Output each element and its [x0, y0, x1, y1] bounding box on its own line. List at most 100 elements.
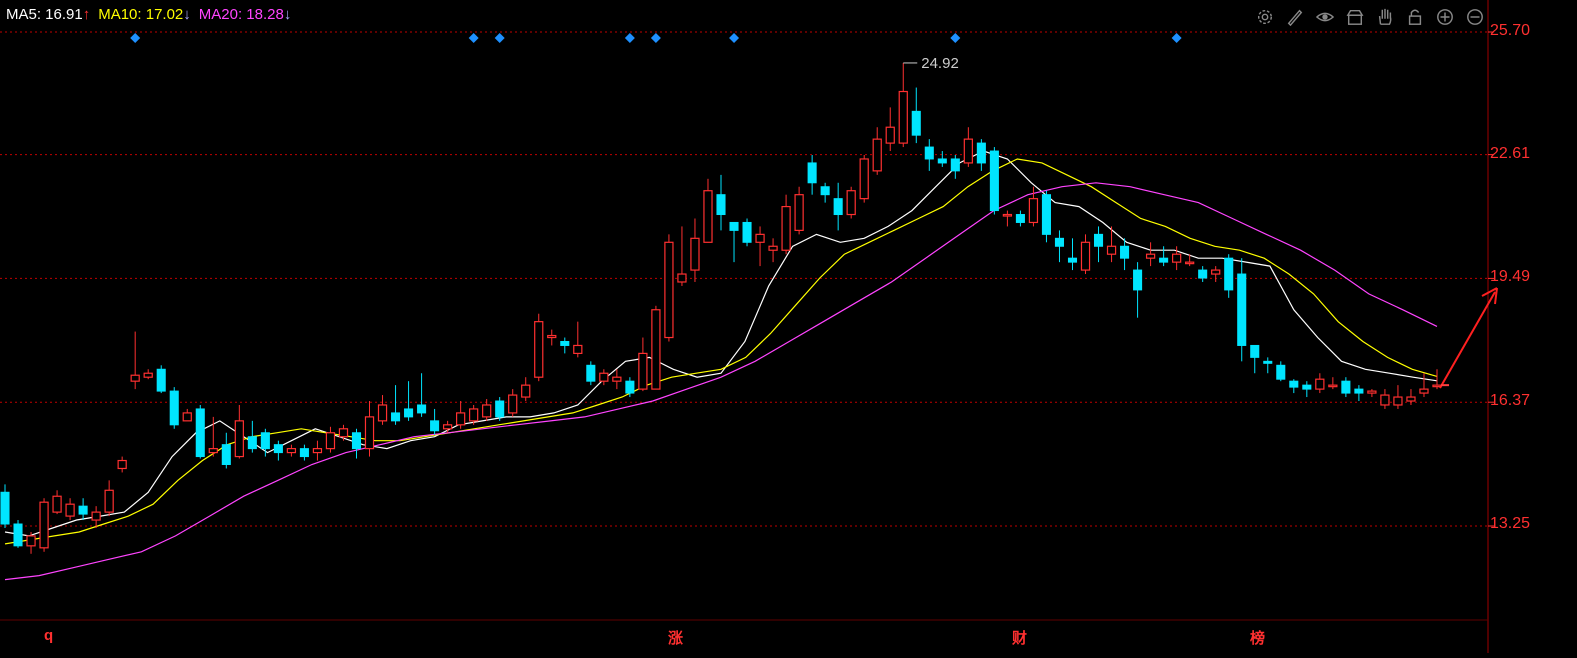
- event-marker: [1171, 33, 1182, 43]
- candle-body-up: [143, 372, 153, 378]
- candle-body-up: [482, 404, 492, 418]
- candle-body-up: [338, 428, 349, 438]
- ma-legend: MA5: 16.91↑ MA10: 17.02↓ MA20: 18.28↓: [6, 6, 291, 23]
- ma5-legend: MA5: 16.91↑: [6, 6, 91, 23]
- y-tick-label: 25.70: [1490, 22, 1531, 39]
- candle-body-up: [456, 412, 466, 426]
- ma20-legend: MA20: 18.28↓: [198, 6, 292, 23]
- candle-body-down: [273, 444, 283, 454]
- candle-body-up: [1328, 384, 1338, 388]
- candle-body-up: [1106, 245, 1117, 255]
- candle-body-down: [391, 412, 401, 422]
- candle-body-up: [182, 412, 192, 422]
- candle-body-down: [976, 142, 986, 164]
- event-label-bang[interactable]: 榜: [1250, 627, 1265, 648]
- candle-body-up: [208, 448, 218, 454]
- draw-button[interactable]: [1282, 6, 1308, 28]
- candle-body-down: [78, 505, 88, 515]
- candle-body-down: [156, 368, 166, 392]
- zoom-in-button[interactable]: [1432, 6, 1458, 28]
- event-marker: [729, 33, 740, 43]
- candle-body-up: [286, 448, 297, 454]
- candle-body-down: [1041, 194, 1051, 235]
- event-marker: [650, 33, 661, 43]
- candle-body-down: [1054, 237, 1065, 247]
- view-button[interactable]: [1312, 6, 1338, 28]
- store-icon: [1346, 9, 1364, 25]
- event-marker: [624, 33, 635, 43]
- candle-body-down: [833, 198, 843, 216]
- candle-body-up: [599, 372, 609, 382]
- candle-body-down: [417, 404, 427, 414]
- candle-body-down: [1093, 233, 1104, 247]
- candle-body-up: [1145, 253, 1156, 259]
- candle-body-up: [573, 344, 583, 354]
- candle-body-up: [1367, 390, 1377, 394]
- store-button[interactable]: [1342, 6, 1368, 28]
- candle-body-up: [130, 374, 140, 382]
- candle-body-up: [52, 495, 62, 513]
- candle-body-down: [1276, 364, 1286, 380]
- candle-body-down: [247, 436, 257, 450]
- candle-body-up: [768, 245, 778, 251]
- candle-body-up: [664, 241, 674, 339]
- candle-body-down: [1354, 388, 1364, 394]
- candle-body-down: [911, 110, 921, 136]
- candle-body-up: [521, 384, 531, 398]
- event-label-zhang[interactable]: 涨: [668, 627, 683, 648]
- candle-body-up: [39, 501, 49, 549]
- y-tick-label: 19.49: [1490, 268, 1531, 285]
- candle-body-up: [846, 190, 856, 216]
- candle-body-up: [1172, 253, 1182, 263]
- candle-body-up: [312, 448, 323, 454]
- candlestick-chart[interactable]: 24.92: [0, 0, 1577, 653]
- lock-button[interactable]: [1402, 6, 1428, 28]
- candle-body-down: [820, 186, 830, 196]
- candle-body-up: [755, 233, 765, 243]
- zoom-in-icon: [1437, 9, 1453, 25]
- candle-body-up: [1419, 388, 1429, 394]
- candle-body-up: [703, 190, 713, 243]
- zoom-out-button[interactable]: [1462, 6, 1488, 28]
- candle-body-down: [0, 491, 10, 525]
- candle-body-up: [377, 404, 388, 422]
- lock-icon: [1408, 9, 1422, 25]
- candle-body-up: [442, 424, 453, 430]
- trend-arrow: [1439, 291, 1496, 389]
- candle-body-down: [1263, 360, 1273, 364]
- candle-body-down: [299, 448, 309, 458]
- event-marker: [494, 33, 505, 43]
- candle-body-down: [1237, 273, 1247, 346]
- candle-body-up: [651, 309, 661, 390]
- event-label-cai[interactable]: 财: [1012, 627, 1027, 648]
- candle-body-up: [690, 237, 700, 271]
- y-tick-label: 16.37: [1490, 392, 1531, 409]
- candle-body-up: [469, 408, 479, 422]
- candle-body-up: [898, 90, 908, 144]
- candle-body-up: [364, 416, 375, 450]
- event-label-q[interactable]: q: [44, 627, 53, 644]
- candle-body-down: [404, 408, 414, 418]
- candle-body-down: [560, 340, 570, 346]
- candle-body-down: [807, 162, 817, 184]
- settings-button[interactable]: [1252, 6, 1278, 28]
- eye-icon: [1316, 12, 1334, 22]
- candle-body-up: [794, 194, 804, 231]
- candle-body-up: [1393, 396, 1403, 406]
- candle-body-up: [547, 334, 557, 339]
- candle-body-up: [963, 138, 973, 164]
- candle-body-down: [1159, 257, 1169, 263]
- candle-body-down: [169, 390, 179, 426]
- pan-button[interactable]: [1372, 6, 1398, 28]
- chart-stage[interactable]: 24.92: [0, 0, 1577, 653]
- candle-body-down: [586, 364, 596, 382]
- zoom-out-icon: [1467, 9, 1483, 25]
- candle-body-down: [1015, 214, 1025, 223]
- candle-body-down: [937, 158, 947, 164]
- pen-icon: [1287, 9, 1303, 26]
- candle-body-up: [534, 321, 544, 378]
- candle-body-down: [1120, 245, 1130, 259]
- event-marker: [468, 33, 479, 43]
- candle-body-down: [924, 146, 934, 160]
- candle-body-down: [13, 523, 23, 547]
